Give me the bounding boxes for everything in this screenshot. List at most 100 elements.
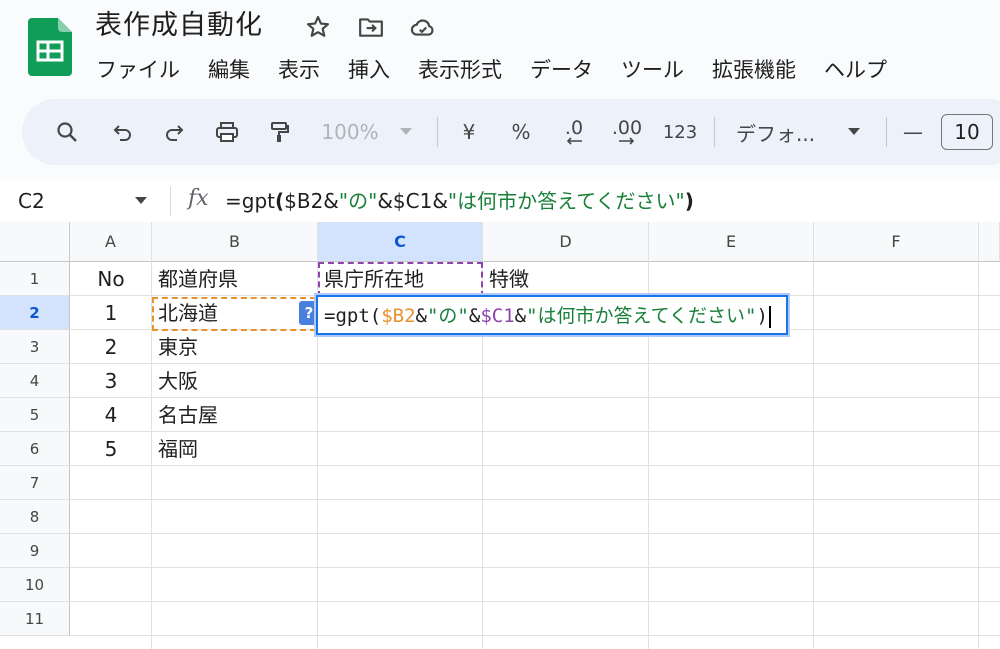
formula-part2: &$C1&	[377, 189, 448, 213]
menu-help[interactable]: ヘルプ	[824, 54, 887, 86]
row-header-11[interactable]: 11	[0, 602, 70, 636]
row-header-1[interactable]: 1	[0, 262, 70, 296]
formula-open-paren: (	[275, 189, 285, 213]
grid-line	[70, 533, 1000, 534]
editor-token-ref-c1: $C1	[480, 305, 515, 327]
currency-format-button[interactable]: ¥	[456, 99, 482, 165]
menu-format[interactable]: 表示形式	[418, 54, 502, 86]
cell-editor-text[interactable]: =gpt($B2&"の"&$C1&"は何市か答えてください")	[324, 303, 771, 329]
arrow-left-icon	[566, 137, 582, 145]
column-header-c[interactable]: C	[318, 222, 483, 262]
cell-b4[interactable]: 大阪	[158, 364, 198, 398]
formula-part1: $B2&	[284, 189, 339, 213]
grid-line	[70, 635, 1000, 636]
cell-a6[interactable]: 5	[70, 432, 152, 466]
row-header-7[interactable]: 7	[0, 466, 70, 500]
formula-bar: C2 fx =gpt($B2&"の"&$C1&"は何市か答えてください")	[0, 180, 1000, 223]
increase-decimal-label: .00	[611, 117, 643, 139]
sheets-logo-icon[interactable]	[28, 18, 72, 76]
name-box[interactable]: C2	[18, 188, 45, 214]
zoom-chevron-down-icon[interactable]	[396, 99, 416, 165]
document-title[interactable]: 表作成自動化	[95, 6, 263, 46]
column-header-d[interactable]: D	[483, 222, 649, 262]
menu-data[interactable]: データ	[530, 54, 593, 86]
move-folder-icon[interactable]	[358, 14, 384, 40]
row-header-4[interactable]: 4	[0, 364, 70, 398]
cell-a2[interactable]: 1	[70, 296, 152, 330]
menu-view[interactable]: 表示	[278, 54, 320, 86]
cell-b1[interactable]: 都道府県	[158, 262, 238, 296]
row-header-3[interactable]: 3	[0, 330, 70, 364]
formula-string2: "は何市か答えてください"	[447, 189, 685, 213]
menu-insert[interactable]: 挿入	[348, 54, 390, 86]
grid-line	[70, 567, 1000, 568]
font-size-decrease-button[interactable]: —	[900, 99, 926, 165]
menu-file[interactable]: ファイル	[96, 54, 180, 86]
zoom-select[interactable]: 100%	[318, 99, 382, 165]
grid-line	[70, 363, 1000, 364]
name-box-chevron-down-icon[interactable]	[135, 197, 147, 205]
paint-format-icon[interactable]	[262, 99, 296, 165]
arrow-right-icon	[619, 137, 635, 145]
cell-a1[interactable]: No	[70, 262, 152, 296]
cell-b5[interactable]: 名古屋	[158, 398, 218, 432]
row-header-5[interactable]: 5	[0, 398, 70, 432]
print-icon[interactable]	[210, 99, 244, 165]
column-header-b[interactable]: B	[152, 222, 318, 262]
cell-a4[interactable]: 3	[70, 364, 152, 398]
formula-string1: "の"	[338, 189, 378, 213]
increase-decimal-button[interactable]: .00	[607, 99, 647, 165]
cell-editor-c2[interactable]: =gpt($B2&"の"&$C1&"は何市か答えてください")	[316, 295, 788, 335]
percent-format-button[interactable]: %	[508, 99, 534, 165]
column-header-g[interactable]	[979, 222, 1000, 262]
number-format-button[interactable]: 123	[662, 99, 698, 165]
redo-icon[interactable]	[157, 99, 191, 165]
editor-token-string2: "は何市か答えてください"	[526, 305, 757, 327]
decrease-decimal-button[interactable]: .0	[554, 99, 594, 165]
font-select[interactable]: デフォ...	[736, 99, 832, 165]
font-size-input-wrap: 10	[940, 99, 994, 165]
menu-extensions[interactable]: 拡張機能	[712, 54, 796, 86]
formula-close-paren: )	[684, 189, 694, 213]
editor-token-ref-b2: $B2	[381, 305, 416, 327]
cell-a5[interactable]: 4	[70, 398, 152, 432]
undo-icon[interactable]	[106, 99, 140, 165]
menu-tools[interactable]: ツール	[621, 54, 684, 86]
row-header-8[interactable]: 8	[0, 500, 70, 534]
grid-line	[70, 601, 1000, 602]
editor-token-amp: &	[468, 305, 481, 327]
column-header-a[interactable]: A	[70, 222, 152, 262]
cell-a3[interactable]: 2	[70, 330, 152, 364]
toolbar: 100% ¥ % .0 .00 123 デフォ... — 10	[22, 99, 1000, 165]
editor-token-string1: "の"	[426, 305, 469, 327]
row-header-9[interactable]: 9	[0, 534, 70, 568]
column-header-e[interactable]: E	[649, 222, 814, 262]
cell-d1[interactable]: 特徴	[489, 262, 529, 296]
star-icon[interactable]	[305, 14, 331, 40]
row-header-10[interactable]: 10	[0, 568, 70, 602]
cell-b6[interactable]: 福岡	[158, 432, 198, 466]
font-size-input[interactable]: 10	[941, 114, 993, 150]
text-cursor	[768, 305, 771, 328]
grid-line	[813, 262, 814, 649]
select-all-corner[interactable]	[0, 222, 70, 262]
editor-token-amp: &	[415, 305, 427, 327]
toolbar-divider	[714, 117, 715, 147]
row-header-2[interactable]: 2	[0, 296, 70, 330]
reference-highlight-c1	[318, 262, 483, 297]
column-header-f[interactable]: F	[814, 222, 979, 262]
reference-highlight-b2	[152, 297, 316, 331]
cloud-status-icon[interactable]	[410, 14, 436, 40]
formula-input[interactable]: =gpt($B2&"の"&$C1&"は何市か答えてください")	[225, 188, 694, 214]
grid-line	[978, 262, 979, 649]
toolbar-divider	[886, 117, 887, 147]
decrease-decimal-label: .0	[564, 117, 584, 139]
search-icon[interactable]	[50, 99, 84, 165]
cell-b3[interactable]: 東京	[158, 330, 198, 364]
menu-edit[interactable]: 編集	[208, 54, 250, 86]
fx-icon: fx	[188, 186, 209, 211]
spreadsheet-grid: A B C D E F 1 2 3 4 5 6 7 8 9 10 11 No 都…	[0, 222, 1000, 649]
row-header-6[interactable]: 6	[0, 432, 70, 466]
font-chevron-down-icon[interactable]	[844, 99, 864, 165]
toolbar-divider	[437, 117, 438, 147]
